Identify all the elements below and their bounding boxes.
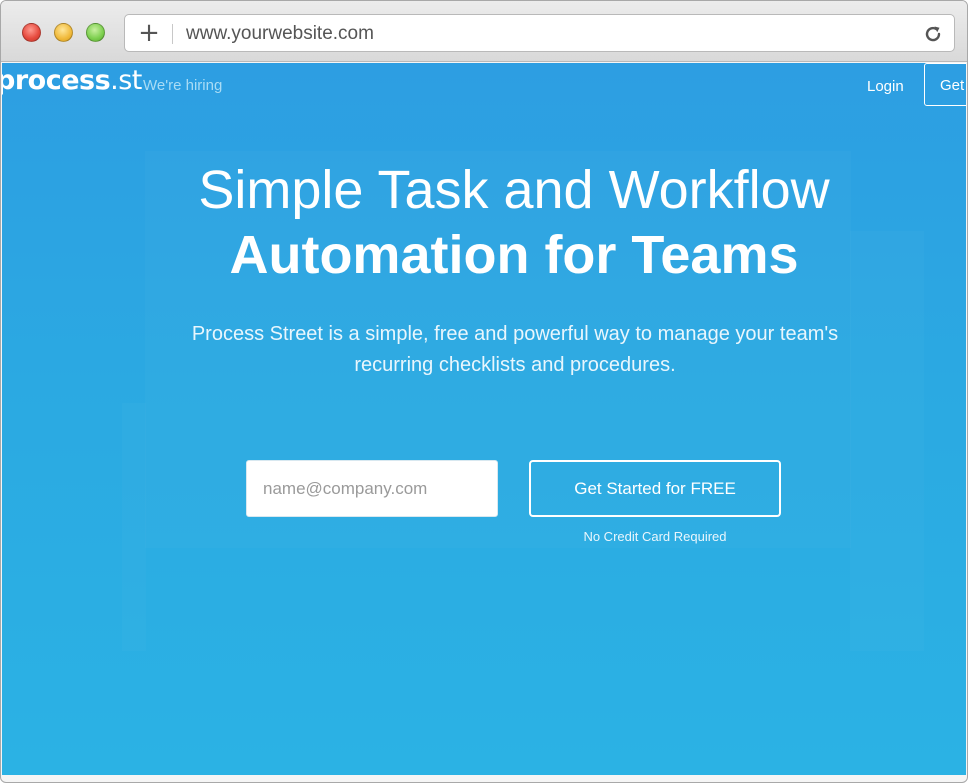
address-divider [172,24,173,44]
get-started-button[interactable]: Get Started for FREE [529,460,781,517]
background-panel [850,231,924,651]
email-input[interactable] [246,460,498,517]
address-bar[interactable]: + www.yourwebsite.com [124,14,955,52]
headline-line-1: Simple Task and Workflow [198,160,830,220]
url-text[interactable]: www.yourwebsite.com [186,23,374,45]
logo[interactable]: process.st [2,65,142,96]
maximize-window-button[interactable] [86,23,105,42]
login-link[interactable]: Login [867,78,904,95]
browser-toolbar: + www.yourwebsite.com [1,1,967,62]
headline-line-2: Automation for Teams [229,225,799,285]
page-viewport: process.st We're hiring Login Get Starte… [2,63,966,775]
logo-suffix-text: .st [110,65,142,96]
close-window-button[interactable] [22,23,41,42]
minimize-window-button[interactable] [54,23,73,42]
plus-icon[interactable]: + [135,19,163,47]
hero-subtext: Process Street is a simple, free and pow… [191,323,839,376]
no-credit-card-note: No Credit Card Required [583,529,727,544]
nav-get-started-button[interactable]: Get Started [924,63,966,106]
browser-window: + www.yourwebsite.com process.st We're h… [0,0,968,783]
hero-headline: Simple Task and Workflow Automation for … [132,159,896,289]
hiring-link[interactable]: We're hiring [143,77,222,94]
reload-icon[interactable] [922,23,944,45]
background-panel [122,403,146,651]
logo-bold-text: process [2,65,111,96]
